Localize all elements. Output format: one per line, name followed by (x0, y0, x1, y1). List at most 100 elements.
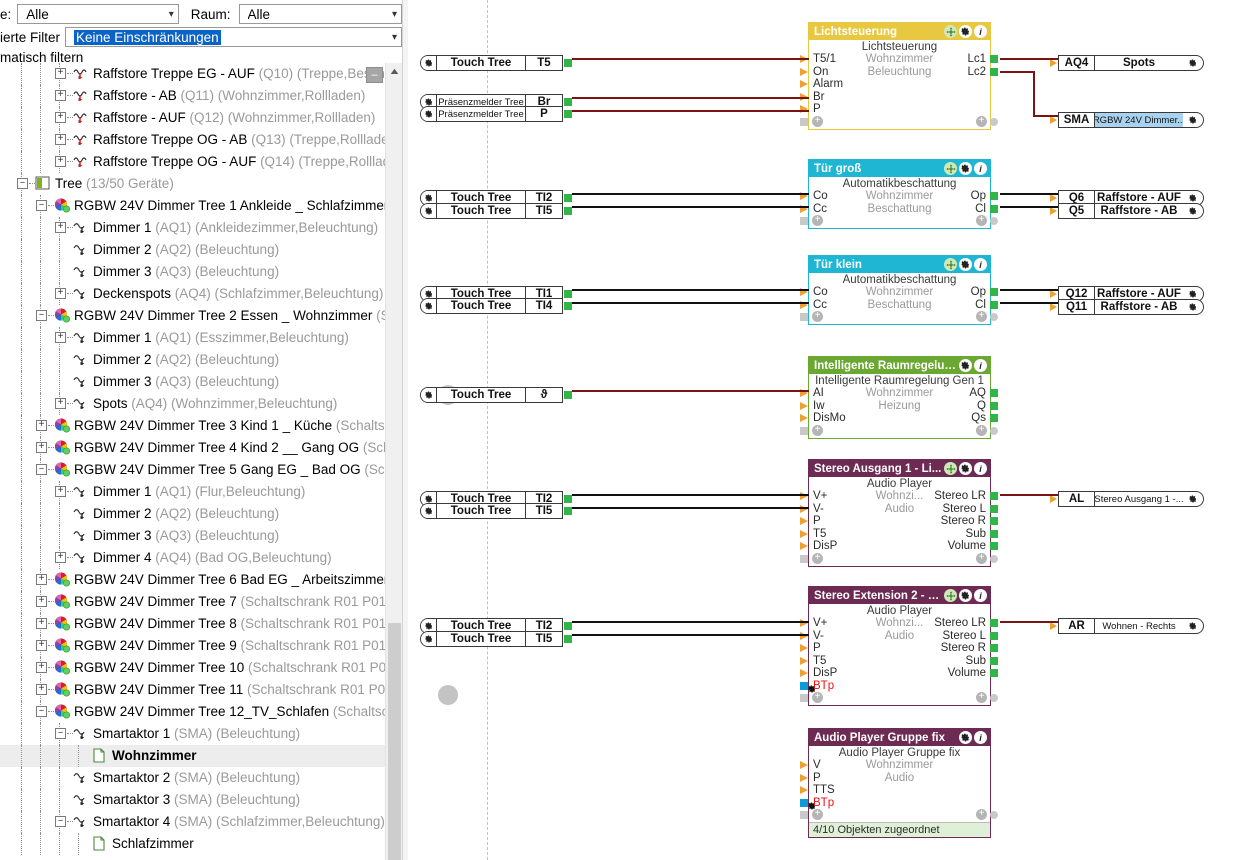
tree-item[interactable]: +Raffstore Treppe EG - AUF (Q10) (Treppe… (0, 63, 385, 85)
panel-splitter[interactable] (402, 0, 408, 860)
connector-point-in[interactable] (800, 669, 809, 677)
move-icon[interactable] (944, 25, 957, 38)
input-connector-in-p[interactable]: Präsenzmelder TreeP (420, 106, 563, 122)
input-connector-in-theta[interactable]: Touch Treeϑ (420, 387, 563, 403)
block-header[interactable]: Tür kleini (809, 256, 990, 273)
tree-expand-button[interactable]: + (55, 398, 66, 409)
add-input-button[interactable]: + (812, 553, 823, 564)
tree-item[interactable]: +RGBW 24V Dimmer Tree 9 (Schaltschrank R… (0, 635, 385, 657)
move-icon[interactable] (944, 258, 957, 271)
gear-icon[interactable] (959, 589, 972, 602)
tree-collapse-button[interactable]: – (55, 816, 66, 827)
input-connector-in-t5[interactable]: Touch TreeT5 (420, 55, 563, 71)
tree-collapse-button[interactable]: – (55, 728, 66, 739)
scrollbar-thumb[interactable] (388, 623, 401, 860)
function-block-blk-stereo-1[interactable]: Stereo Ausgang 1 - Li...iAudio PlayerV+W… (808, 459, 991, 567)
connector-point-out[interactable] (564, 635, 572, 643)
canvas-drag-handle[interactable] (438, 685, 458, 705)
tree-expand-button[interactable]: + (55, 552, 66, 563)
input-connector-in-ti4[interactable]: Touch TreeTI4 (420, 298, 563, 314)
connector-point-in[interactable] (800, 657, 809, 665)
input-connector-in-ti5-a[interactable]: Touch TreeTI5 (420, 203, 563, 219)
tree-expand-button[interactable]: + (55, 134, 66, 145)
add-output-button[interactable]: + (976, 553, 987, 564)
block-header[interactable]: Lichtsteuerungi (809, 23, 990, 40)
tree-item[interactable]: –RGBW 24V Dimmer Tree 12_TV_Schlafen (Sc… (0, 701, 385, 723)
info-icon[interactable]: i (974, 25, 987, 38)
connector-point-in[interactable] (1050, 59, 1057, 67)
info-icon[interactable]: i (974, 258, 987, 271)
tree-expand-button[interactable]: + (55, 90, 66, 101)
function-block-blk-stereo-2[interactable]: Stereo Extension 2 - R...iAudio PlayerV+… (808, 586, 991, 706)
tree-item[interactable]: +RGBW 24V Dimmer Tree 11 (Schaltschrank … (0, 679, 385, 701)
tree-item[interactable]: +Spots (AQ4) (Wohnzimmer,Beleuchtung) (0, 393, 385, 415)
device-tree[interactable]: +Raffstore Treppe EG - AUF (Q10) (Treppe… (0, 63, 385, 860)
tree-expand-button[interactable]: + (36, 684, 47, 695)
gear-icon[interactable] (959, 162, 972, 175)
connector-point-in[interactable] (800, 414, 809, 422)
gear-icon[interactable] (421, 388, 437, 402)
connector-point-in[interactable] (1050, 622, 1057, 630)
tree-item[interactable]: +Dimmer 4 (AQ4) (Bad OG,Beleuchtung) (0, 547, 385, 569)
output-connector-out-aq4[interactable]: AQ4Spots (1058, 55, 1204, 71)
connector-point-out[interactable] (990, 301, 999, 309)
room-filter-combo[interactable]: Alle ▾ (239, 4, 402, 24)
tree-item[interactable]: Smartaktor 3 (SMA) (Beleuchtung) (0, 789, 385, 811)
add-output-button[interactable]: + (976, 215, 987, 226)
block-header[interactable]: Tür großi (809, 160, 990, 177)
tree-item[interactable]: +RGBW 24V Dimmer Tree 8 (Schaltschrank R… (0, 613, 385, 635)
gear-icon[interactable] (1183, 204, 1203, 218)
tree-expand-button[interactable]: + (36, 574, 47, 585)
add-output-button[interactable]: + (976, 116, 987, 127)
tree-item[interactable]: +RGBW 24V Dimmer Tree 6 Bad EG _ Arbeits… (0, 569, 385, 591)
output-connector-out-q5[interactable]: Q5Raffstore - AB (1058, 203, 1204, 219)
add-output-button[interactable]: + (976, 311, 987, 322)
collapse-all-button[interactable]: – (366, 67, 383, 83)
tree-item-selected[interactable]: Wohnzimmer (0, 745, 385, 767)
type-filter-combo[interactable]: Alle ▾ (17, 4, 179, 24)
tree-expand-button[interactable]: + (55, 222, 66, 233)
tree-expand-button[interactable]: + (36, 442, 47, 453)
tree-item[interactable]: +Raffstore - AB (Q11) (Wohnzimmer,Rollla… (0, 85, 385, 107)
tree-collapse-button[interactable]: – (36, 706, 47, 717)
move-icon[interactable] (944, 462, 957, 475)
tree-expand-button[interactable]: + (55, 156, 66, 167)
tree-item[interactable]: Dimmer 2 (AQ2) (Beleuchtung) (0, 239, 385, 261)
connector-point-out[interactable] (564, 391, 572, 399)
tree-expand-button[interactable]: + (55, 68, 66, 79)
connector-point-out[interactable] (564, 110, 572, 118)
connector-point-out[interactable] (990, 288, 999, 296)
tree-item[interactable]: –Tree (13/50 Geräte) (0, 173, 385, 195)
gear-icon[interactable] (421, 632, 437, 646)
gear-icon[interactable] (421, 204, 437, 218)
tree-expand-button[interactable]: + (36, 596, 47, 607)
tree-item[interactable]: –Smartaktor 4 (SMA) (Schlafzimmer,Beleuc… (0, 811, 385, 833)
add-input-button[interactable]: + (812, 311, 823, 322)
connector-point-out[interactable] (990, 192, 999, 200)
tree-collapse-button[interactable]: – (17, 178, 28, 189)
tree-item[interactable]: Dimmer 2 (AQ2) (Beleuchtung) (0, 349, 385, 371)
connector-point-in[interactable] (800, 80, 809, 88)
gear-icon[interactable] (1183, 113, 1203, 127)
connector-point-in[interactable] (800, 542, 809, 550)
connector-point-in[interactable] (800, 68, 809, 76)
tree-item[interactable]: –RGBW 24V Dimmer Tree 5 Gang EG _ Bad OG… (0, 459, 385, 481)
connector-point-in[interactable] (1050, 116, 1057, 124)
advanced-filter-combo[interactable]: Keine Einschränkungen ▾ (65, 27, 402, 47)
tree-expand-button[interactable]: + (36, 662, 47, 673)
connector-point-in[interactable] (800, 644, 809, 652)
tree-item[interactable]: +Dimmer 1 (AQ1) (Flur,Beleuchtung) (0, 481, 385, 503)
info-icon[interactable]: i (974, 462, 987, 475)
connector-point-in[interactable] (1050, 303, 1057, 311)
tree-item[interactable]: +Raffstore Treppe OG - AB (Q13) (Treppe,… (0, 129, 385, 151)
connector-point-in[interactable] (1050, 290, 1057, 298)
tree-item[interactable]: +Dimmer 1 (AQ1) (Esszimmer,Beleuchtung) (0, 327, 385, 349)
connector-point-out[interactable] (990, 505, 999, 513)
tree-item[interactable]: Dimmer 3 (AQ3) (Beleuchtung) (0, 371, 385, 393)
tree-item[interactable]: Schlafzimmer (0, 833, 385, 855)
connector-point-out[interactable] (990, 517, 999, 525)
block-header[interactable]: Stereo Ausgang 1 - Li...i (809, 460, 990, 477)
add-output-button[interactable]: + (976, 809, 987, 820)
function-block-blk-tuer-klein[interactable]: Tür kleiniAutomatikbeschattungCoWohnzimm… (808, 255, 991, 325)
function-block-blk-tuer-gross[interactable]: Tür großiAutomatikbeschattungCoWohnzimme… (808, 159, 991, 229)
